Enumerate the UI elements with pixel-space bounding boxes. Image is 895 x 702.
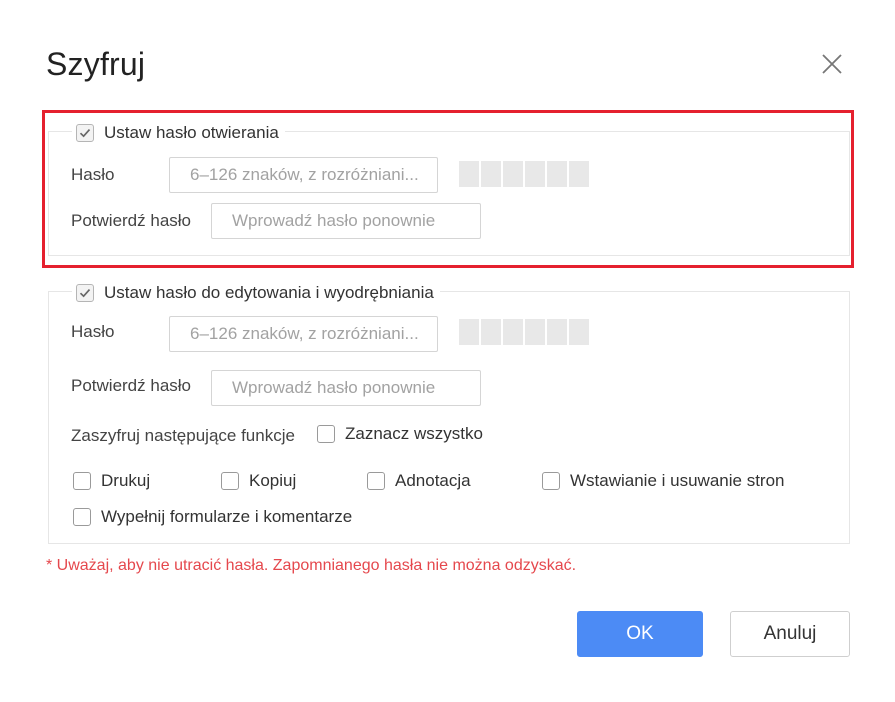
function-label: Kopiuj <box>249 471 297 490</box>
edit-password-field-label: Hasło <box>71 322 115 341</box>
select-all-checkbox[interactable] <box>317 425 335 443</box>
function-option-copy[interactable]: Kopiuj <box>221 471 296 491</box>
edit-password-toggle[interactable]: Ustaw hasło do edytowania i wyodrębniani… <box>72 281 440 305</box>
function-label: Drukuj <box>101 471 151 490</box>
dialog-title: Szyfruj <box>46 46 146 82</box>
select-all-label: Zaznacz wszystko <box>345 424 483 443</box>
functions-label: Zaszyfruj następujące funkcje <box>71 426 295 445</box>
edit-confirm-input[interactable] <box>211 370 481 406</box>
function-option-print[interactable]: Drukuj <box>73 471 150 491</box>
function-checkbox[interactable] <box>542 472 560 490</box>
close-icon[interactable] <box>818 50 846 78</box>
function-checkbox[interactable] <box>221 472 239 490</box>
warning-text: * Uważaj, aby nie utracić hasła. Zapomni… <box>46 557 577 574</box>
function-checkbox[interactable] <box>73 472 91 490</box>
function-checkbox[interactable] <box>367 472 385 490</box>
edit-password-strength-meter <box>459 319 589 345</box>
edit-password-input[interactable] <box>169 316 438 352</box>
select-all-option[interactable]: Zaznacz wszystko <box>317 424 483 444</box>
function-label: Wypełnij formularze i komentarze <box>101 507 353 526</box>
cancel-button[interactable]: Anuluj <box>730 611 850 657</box>
ok-button[interactable]: OK <box>577 611 703 657</box>
edit-password-checkbox[interactable] <box>76 284 94 302</box>
function-label: Wstawianie i usuwanie stron <box>570 471 785 490</box>
edit-confirm-field-label: Potwierdź hasło <box>71 376 192 395</box>
function-option-annotate[interactable]: Adnotacja <box>367 471 471 491</box>
function-option-forms[interactable]: Wypełnij formularze i komentarze <box>73 507 352 527</box>
function-option-pages[interactable]: Wstawianie i usuwanie stron <box>542 471 784 491</box>
function-label: Adnotacja <box>395 471 471 490</box>
function-checkbox[interactable] <box>73 508 91 526</box>
edit-password-label: Ustaw hasło do edytowania i wyodrębniani… <box>104 283 434 302</box>
highlight-frame <box>42 110 854 268</box>
